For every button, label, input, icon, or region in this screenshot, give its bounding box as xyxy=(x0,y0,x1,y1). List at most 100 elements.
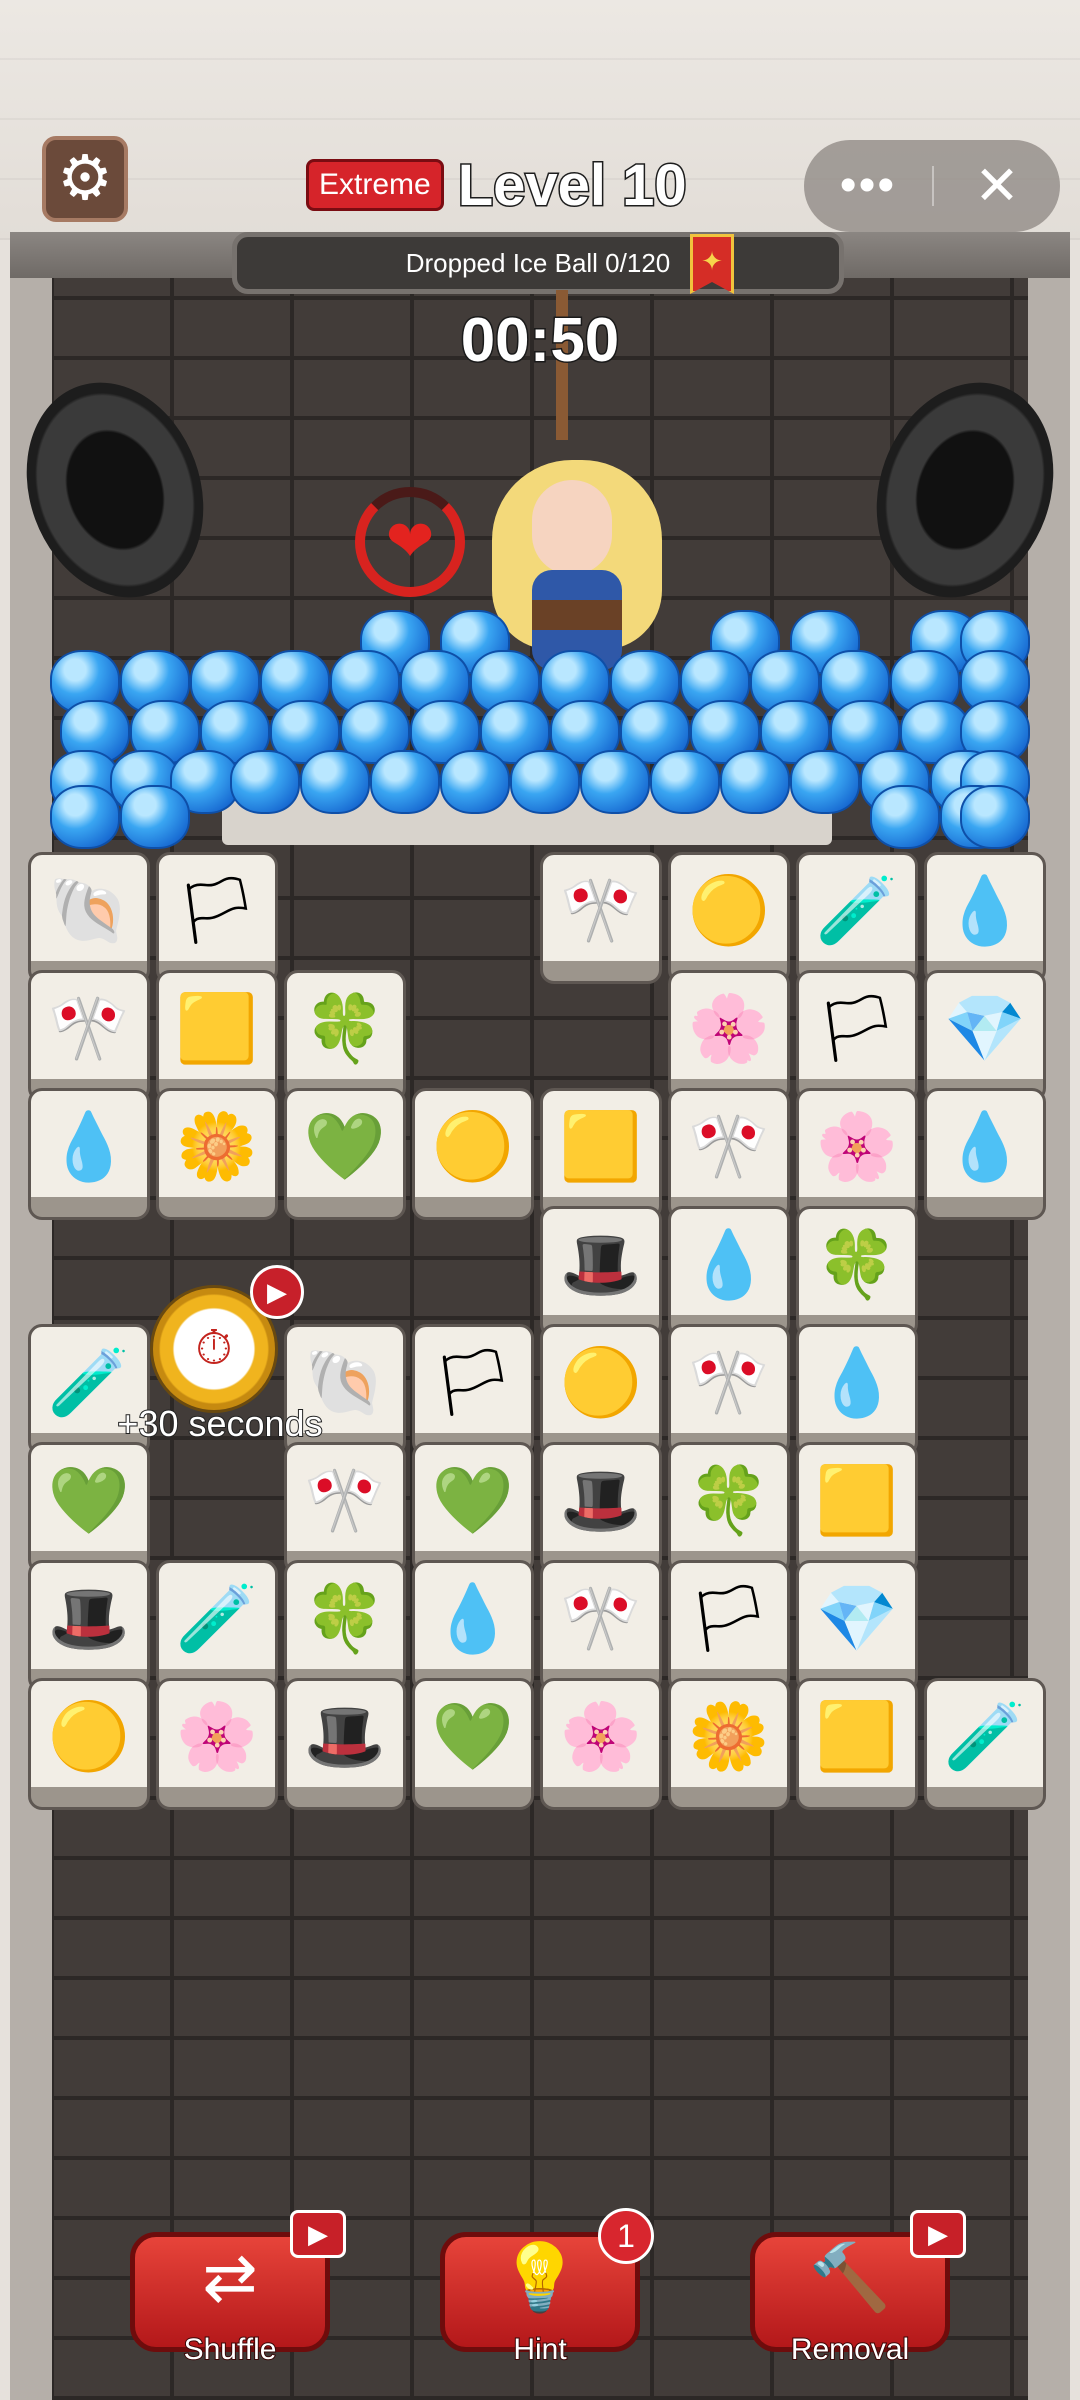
tile-item-icon: 🎌 xyxy=(687,1109,771,1183)
tile-item-icon: 💧 xyxy=(943,1109,1027,1183)
ice-ball xyxy=(580,750,650,814)
tile[interactable]: 🍀 xyxy=(284,970,406,1102)
tile-item-icon: 🧪 xyxy=(815,873,899,947)
tile[interactable]: 🌸 xyxy=(540,1678,662,1810)
tile[interactable]: 🎌 xyxy=(284,1442,406,1574)
tile[interactable]: 🟨 xyxy=(156,970,278,1102)
tile[interactable]: 🌸 xyxy=(796,1088,918,1220)
tile-item-icon: 💚 xyxy=(431,1463,515,1537)
tile[interactable]: 🍀 xyxy=(284,1560,406,1692)
tile[interactable]: 💎 xyxy=(796,1560,918,1692)
tile-item-icon: 🟨 xyxy=(559,1109,643,1183)
ice-ball xyxy=(720,750,790,814)
tile-item-icon: 💧 xyxy=(431,1581,515,1655)
ice-ball xyxy=(650,750,720,814)
tile[interactable]: 🏳 xyxy=(156,852,278,984)
tile[interactable]: 💚 xyxy=(284,1088,406,1220)
tile-item-icon: 💎 xyxy=(815,1581,899,1655)
tile[interactable]: 💚 xyxy=(28,1442,150,1574)
tile[interactable]: 🟡 xyxy=(28,1678,150,1810)
tile[interactable]: 🍀 xyxy=(796,1206,918,1338)
tile-item-icon: 🍀 xyxy=(687,1463,771,1537)
tile[interactable]: 🎌 xyxy=(540,852,662,984)
tile-item-icon: 🎌 xyxy=(559,1581,643,1655)
hint-count-badge: 1 xyxy=(598,2208,654,2264)
tile[interactable]: 🟡 xyxy=(412,1088,534,1220)
tile[interactable]: 🏳 xyxy=(668,1560,790,1692)
close-button[interactable]: ✕ xyxy=(934,159,1060,213)
mini-program-menu: ••• ✕ xyxy=(804,140,1060,232)
tile[interactable]: 🌸 xyxy=(668,970,790,1102)
tile[interactable]: 🎌 xyxy=(668,1088,790,1220)
tile-item-icon: 🎩 xyxy=(559,1463,643,1537)
settings-button[interactable]: ⚙ xyxy=(42,136,128,222)
removal-label: Removal xyxy=(790,2332,910,2367)
tile[interactable]: 🌼 xyxy=(668,1678,790,1810)
tile-item-icon: 🎌 xyxy=(687,1345,771,1419)
tile[interactable]: 🟨 xyxy=(796,1442,918,1574)
tile[interactable]: 🧪 xyxy=(156,1560,278,1692)
tile[interactable]: 💧 xyxy=(924,852,1046,984)
ice-ball xyxy=(960,785,1030,849)
tile-item-icon: 💚 xyxy=(431,1699,515,1773)
tile[interactable]: 💧 xyxy=(796,1324,918,1456)
tile[interactable]: 🎩 xyxy=(28,1560,150,1692)
countdown-timer: 00:50 xyxy=(459,305,621,377)
ice-ball xyxy=(510,750,580,814)
tile[interactable]: 🐚 xyxy=(28,852,150,984)
tile-item-icon: 🏳 xyxy=(175,873,259,947)
tile[interactable]: 💧 xyxy=(28,1088,150,1220)
girl-face xyxy=(532,480,612,575)
tile[interactable]: 🟡 xyxy=(540,1324,662,1456)
tile-item-icon: 💧 xyxy=(943,873,1027,947)
tile[interactable]: 💚 xyxy=(412,1442,534,1574)
tile-item-icon: 💚 xyxy=(47,1463,131,1537)
star-icon: ✦ xyxy=(701,246,723,276)
difficulty-badge: Extreme xyxy=(306,159,444,211)
tile[interactable]: 🏳 xyxy=(412,1324,534,1456)
tile[interactable]: 🟡 xyxy=(668,852,790,984)
level-header: Extreme Level 10 xyxy=(306,150,688,220)
tile[interactable]: 🌼 xyxy=(156,1088,278,1220)
tile[interactable]: 💧 xyxy=(668,1206,790,1338)
tile[interactable]: 🧪 xyxy=(924,1678,1046,1810)
tile[interactable]: 🟨 xyxy=(540,1088,662,1220)
time-bonus-powerup[interactable]: ⏱ ▶ +30 seconds xyxy=(100,1265,340,1450)
film-icon: ▶ xyxy=(928,2218,948,2249)
tile[interactable]: 🌸 xyxy=(156,1678,278,1810)
tile-item-icon: 🟡 xyxy=(559,1345,643,1419)
tile[interactable]: 💧 xyxy=(412,1560,534,1692)
ice-ball-pile xyxy=(50,600,1030,850)
tile-item-icon: 🧪 xyxy=(943,1699,1027,1773)
tile-item-icon: 🌼 xyxy=(687,1699,771,1773)
tile[interactable]: 🎩 xyxy=(284,1678,406,1810)
tile[interactable]: 🎩 xyxy=(540,1442,662,1574)
tile[interactable]: 🟨 xyxy=(796,1678,918,1810)
tile-item-icon: 💚 xyxy=(303,1109,387,1183)
clock-hand-icon: ⏱ xyxy=(195,1322,233,1375)
tile[interactable]: 🧪 xyxy=(796,852,918,984)
tile-item-icon: 🟡 xyxy=(431,1109,515,1183)
tile[interactable]: 💎 xyxy=(924,970,1046,1102)
tile[interactable]: 💧 xyxy=(924,1088,1046,1220)
tile[interactable]: 🎩 xyxy=(540,1206,662,1338)
more-options-button[interactable]: ••• xyxy=(804,162,932,210)
tile[interactable]: 🏳 xyxy=(796,970,918,1102)
shuffle-label: Shuffle xyxy=(183,2332,278,2367)
tile[interactable]: 🎌 xyxy=(28,970,150,1102)
tile[interactable]: 🎌 xyxy=(540,1560,662,1692)
tile-item-icon: 🌼 xyxy=(175,1109,259,1183)
tile-item-icon: 🌸 xyxy=(175,1699,259,1773)
tile[interactable]: 💚 xyxy=(412,1678,534,1810)
tile-item-icon: 🟨 xyxy=(175,991,259,1065)
tile[interactable]: 🎌 xyxy=(668,1324,790,1456)
frame-left-pillar xyxy=(10,232,52,2400)
frame-right-pillar xyxy=(1028,232,1070,2400)
ice-ball xyxy=(230,750,300,814)
hint-label: Hint xyxy=(512,2332,567,2367)
task-progress-label: Dropped Ice Ball 0/120 xyxy=(405,247,671,278)
tile-item-icon: 🟨 xyxy=(815,1463,899,1537)
tile[interactable]: 🍀 xyxy=(668,1442,790,1574)
ice-ball xyxy=(790,750,860,814)
tile-item-icon: 🍀 xyxy=(303,991,387,1065)
